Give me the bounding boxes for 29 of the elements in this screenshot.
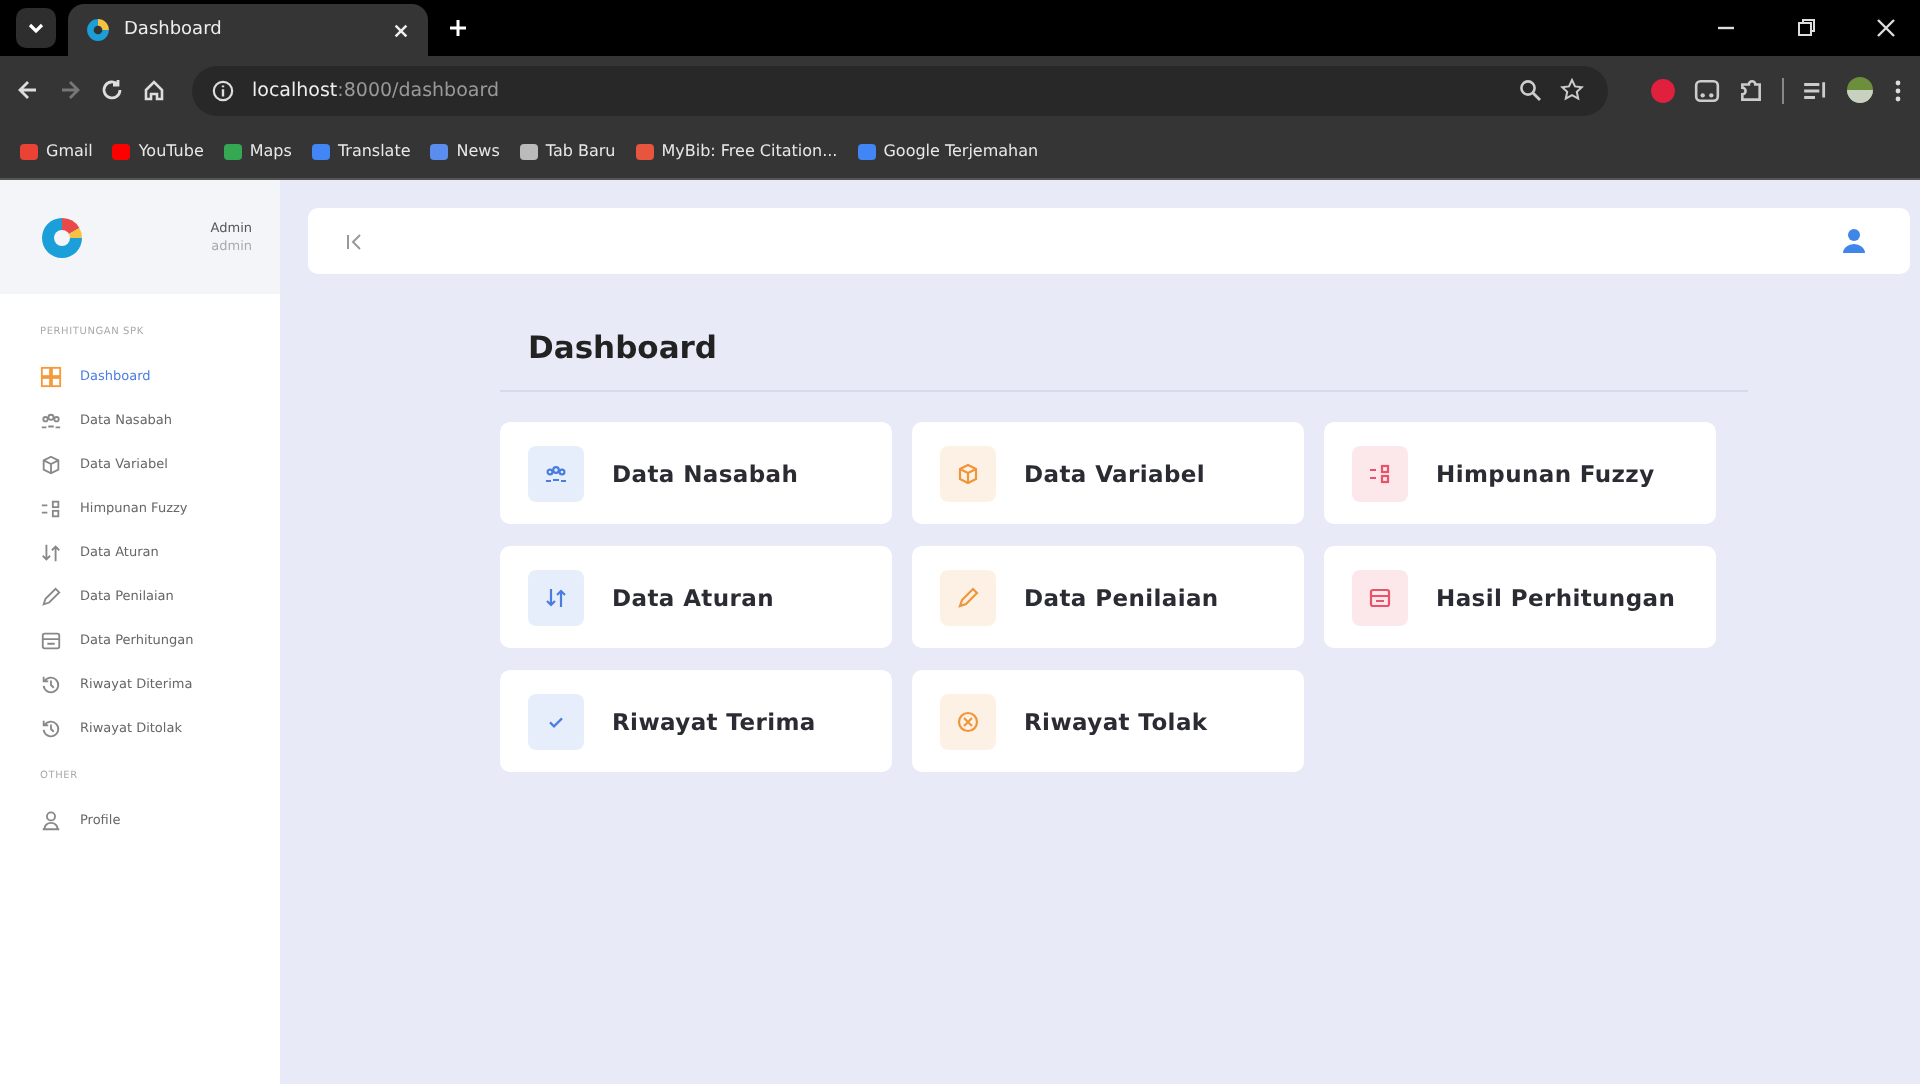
- card-title: Data Nasabah: [612, 459, 799, 487]
- card-title: Data Aturan: [612, 583, 774, 611]
- card-title: Hasil Perhitungan: [1436, 583, 1676, 611]
- bookmark-link[interactable]: MyBib: Free Citation...: [635, 142, 838, 160]
- bookmark-link[interactable]: Tab Baru: [519, 142, 616, 160]
- browser-tab[interactable]: Dashboard: [68, 4, 428, 56]
- bookmark-link[interactable]: Google Terjemahan: [857, 142, 1039, 160]
- card-title: Riwayat Terima: [612, 707, 816, 735]
- dashboard-card[interactable]: Hasil Perhitungan: [1324, 546, 1716, 648]
- card-title: Riwayat Tolak: [1024, 707, 1208, 735]
- dashboard-card[interactable]: Riwayat Tolak: [912, 670, 1304, 772]
- bookmark-link[interactable]: Translate: [311, 142, 411, 160]
- card-title: Data Penilaian: [1024, 583, 1219, 611]
- card-title: Data Variabel: [1024, 459, 1206, 487]
- dashboard-card[interactable]: Data Nasabah: [500, 422, 892, 524]
- page-title: Dashboard: [500, 274, 1748, 392]
- bookmark-link[interactable]: News: [430, 142, 500, 160]
- dashboard-card[interactable]: Riwayat Terima: [500, 670, 892, 772]
- dashboard-card[interactable]: Data Aturan: [500, 546, 892, 648]
- dashboard-card[interactable]: Data Penilaian: [912, 546, 1304, 648]
- dashboard-card[interactable]: Data Variabel: [912, 422, 1304, 524]
- url-text: localhost:8000/dashboard: [252, 79, 499, 101]
- bookmark-link[interactable]: Maps: [223, 142, 292, 160]
- card-title: Himpunan Fuzzy: [1436, 459, 1655, 487]
- bookmark-link[interactable]: Gmail: [20, 142, 93, 160]
- tab-title: Dashboard: [124, 20, 222, 40]
- bookmark-link[interactable]: YouTube: [112, 142, 204, 160]
- address-bar[interactable]: localhost:8000/dashboard: [192, 65, 1608, 115]
- dashboard-card[interactable]: Himpunan Fuzzy: [1324, 422, 1716, 524]
